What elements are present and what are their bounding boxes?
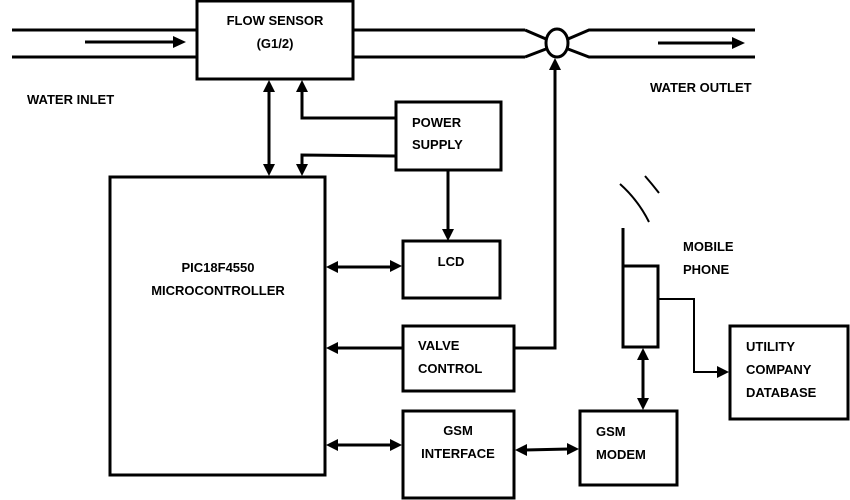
water-outlet-label: WATER OUTLET xyxy=(650,80,752,95)
utility-database-label-line1: UTILITY xyxy=(746,339,795,354)
mobile-phone-label-line2: PHONE xyxy=(683,262,730,277)
utility-database-label-line2: COMPANY xyxy=(746,362,812,377)
gsm-interface-block: GSM INTERFACE xyxy=(401,409,516,500)
valve-control-label-line1: VALVE xyxy=(418,338,460,353)
lcd-block: LCD xyxy=(401,239,502,300)
flow-sensor-label-line1: FLOW SENSOR xyxy=(227,13,324,28)
gsm-interface-modem-connector xyxy=(515,443,579,456)
phone-modem-connector xyxy=(637,348,649,410)
gsm-modem-label-line1: GSM xyxy=(596,424,626,439)
power-supply-label-line2: SUPPLY xyxy=(412,137,463,152)
power-to-mcu-connector xyxy=(296,153,397,176)
valve-control-to-valve-connector xyxy=(514,58,561,350)
mobile-phone-label-line1: MOBILE xyxy=(683,239,734,254)
power-to-lcd-connector xyxy=(442,170,454,241)
gsm-interface-label-line2: INTERFACE xyxy=(421,446,495,461)
flow-sensor-label-line2: (G1/2) xyxy=(257,36,294,51)
mobile-phone-icon xyxy=(619,175,660,349)
microcontroller-block: PIC18F4550 MICROCONTROLLER xyxy=(108,175,327,477)
power-to-sensor-connector xyxy=(296,80,396,120)
outlet-flow-arrow xyxy=(658,37,745,49)
inlet-flow-arrow xyxy=(85,36,186,48)
block-diagram: WATER INLET WATER OUTLET FLOW SENSOR (G1… xyxy=(12,0,850,500)
valve-control-label-line2: CONTROL xyxy=(418,361,482,376)
gsm-interface-label-line1: GSM xyxy=(443,423,473,438)
utility-database-block: UTILITY COMPANY DATABASE xyxy=(728,324,850,421)
mcu-lcd-connector xyxy=(326,260,402,273)
utility-database-label-line3: DATABASE xyxy=(746,385,817,400)
power-supply-block: POWER SUPPLY xyxy=(394,100,503,172)
gsm-modem-block: GSM MODEM xyxy=(578,409,679,487)
valve-to-mcu-connector xyxy=(326,342,403,354)
phone-to-database-connector xyxy=(658,298,729,378)
mcu-gsm-interface-connector xyxy=(326,439,402,451)
flow-sensor-block: FLOW SENSOR (G1/2) xyxy=(195,0,355,81)
power-supply-label-line1: POWER xyxy=(412,115,462,130)
microcontroller-label-line1: PIC18F4550 xyxy=(182,260,255,275)
water-inlet-label: WATER INLET xyxy=(27,92,114,107)
sensor-mcu-connector xyxy=(263,80,275,176)
gsm-modem-label-line2: MODEM xyxy=(596,447,646,462)
valve-control-block: VALVE CONTROL xyxy=(401,324,516,393)
lcd-label: LCD xyxy=(438,254,465,269)
microcontroller-label-line2: MICROCONTROLLER xyxy=(151,283,285,298)
valve-icon xyxy=(544,27,570,59)
